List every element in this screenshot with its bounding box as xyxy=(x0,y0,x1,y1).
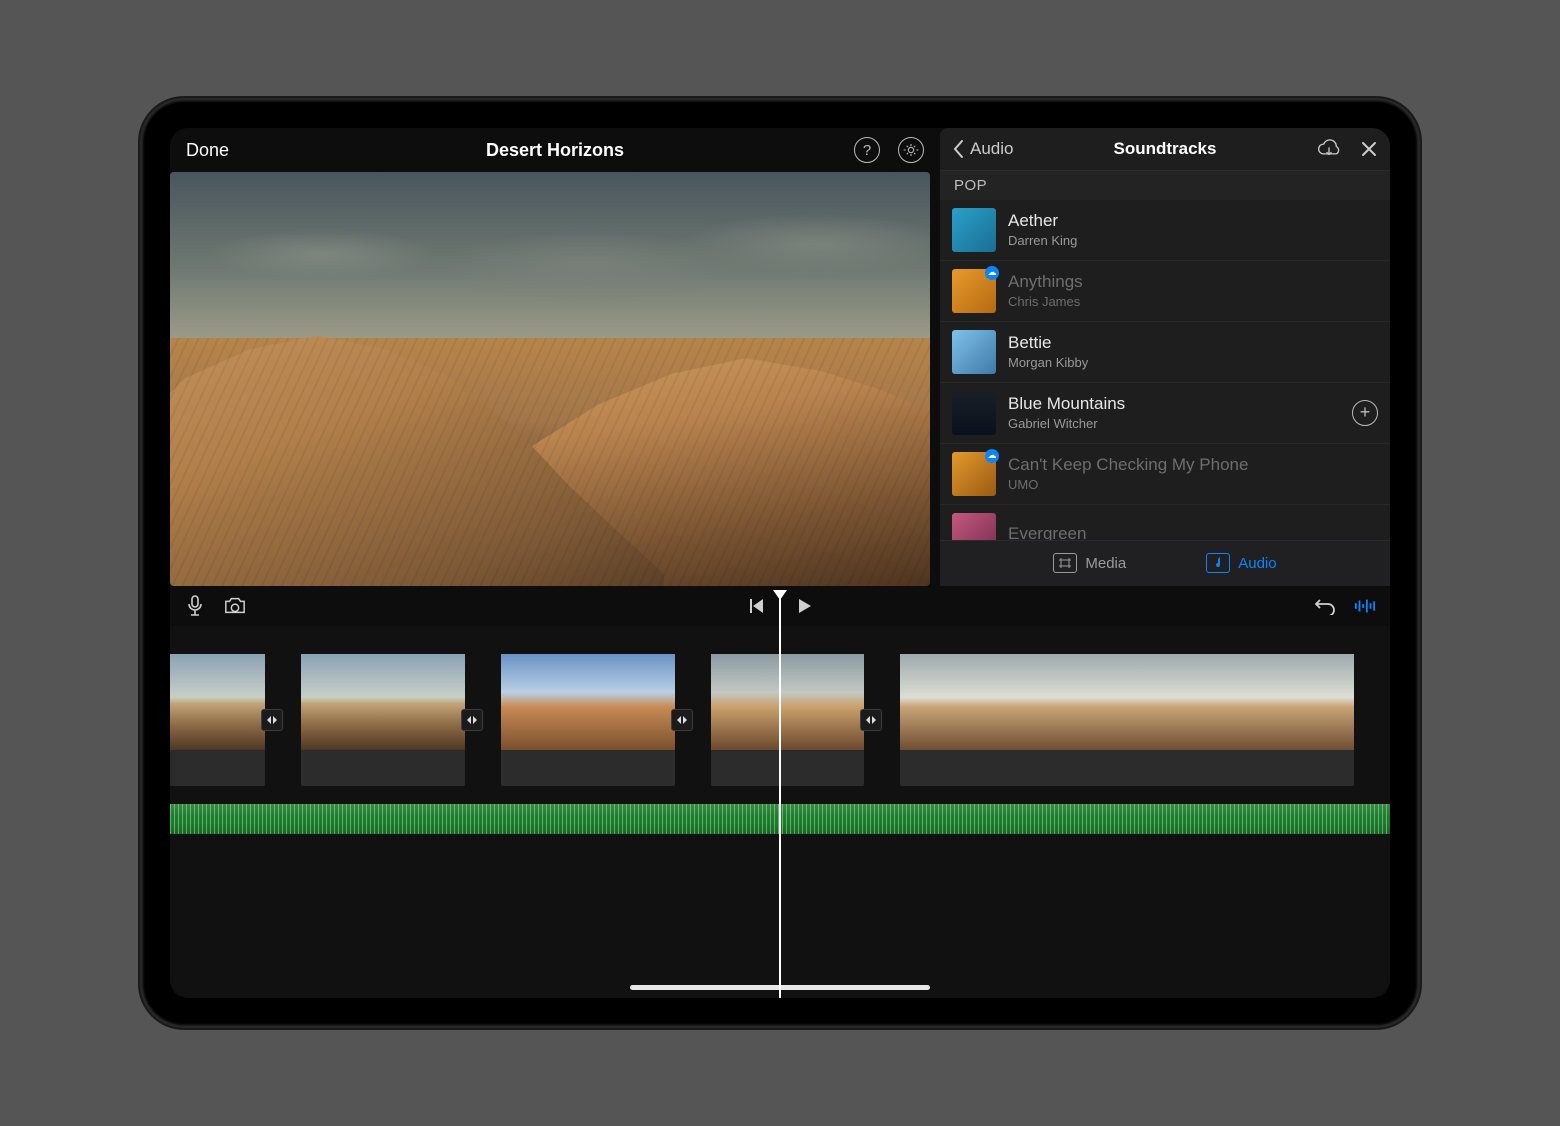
track-title: Anythings xyxy=(1008,272,1083,292)
project-title: Desert Horizons xyxy=(170,140,940,161)
soundtrack-row[interactable]: Aether Darren King xyxy=(940,200,1390,261)
audio-waveform-icon[interactable] xyxy=(1354,595,1376,617)
soundtrack-row[interactable]: Evergreen xyxy=(940,505,1390,540)
album-art-thumb: ☁ xyxy=(952,269,996,313)
filmstrip-icon xyxy=(1053,553,1077,573)
section-header-pop: POP xyxy=(940,171,1390,200)
transition-icon[interactable] xyxy=(671,709,693,731)
app-screen: Done Desert Horizons ? xyxy=(170,128,1390,998)
track-artist: Darren King xyxy=(1008,233,1077,248)
soundtrack-list[interactable]: Aether Darren King ☁ Anythings Chris James Be… xyxy=(940,200,1390,540)
track-artist: Chris James xyxy=(1008,294,1083,309)
ipad-frame: Done Desert Horizons ? xyxy=(140,98,1420,1028)
cloud-badge-icon: ☁ xyxy=(985,266,999,280)
cloud-download-icon[interactable] xyxy=(1316,138,1342,160)
transition-icon[interactable] xyxy=(461,709,483,731)
album-art-thumb xyxy=(952,330,996,374)
tab-media-label: Media xyxy=(1085,555,1126,572)
microphone-icon[interactable] xyxy=(184,595,206,617)
album-art-thumb xyxy=(952,513,996,540)
track-title: Blue Mountains xyxy=(1008,394,1125,414)
album-art-thumb: ☁ xyxy=(952,452,996,496)
skip-to-start-icon[interactable] xyxy=(745,595,767,617)
clip-thumbnail xyxy=(170,654,265,750)
clip-thumbnail xyxy=(900,654,1354,750)
music-note-icon xyxy=(1206,553,1230,573)
settings-gear-icon[interactable] xyxy=(898,137,924,163)
preview-viewer[interactable] xyxy=(170,172,930,586)
timeline[interactable] xyxy=(170,626,1390,998)
sidebar-header: Audio Soundtracks xyxy=(940,128,1390,171)
playhead[interactable] xyxy=(779,592,781,998)
soundtrack-row[interactable]: Blue Mountains Gabriel Witcher + xyxy=(940,383,1390,444)
video-clip[interactable] xyxy=(711,654,864,786)
transition-icon[interactable] xyxy=(860,709,882,731)
undo-icon[interactable] xyxy=(1314,595,1336,617)
video-clip[interactable] xyxy=(170,654,265,786)
track-title: Can't Keep Checking My Phone xyxy=(1008,455,1248,475)
soundtrack-row[interactable]: Bettie Morgan Kibby xyxy=(940,322,1390,383)
viewer-header: Done Desert Horizons ? xyxy=(170,128,940,172)
clip-thumbnail xyxy=(301,654,465,750)
browser-tab-bar: Media Audio xyxy=(940,540,1390,586)
clip-thumbnail xyxy=(501,654,675,750)
track-title: Aether xyxy=(1008,211,1077,231)
tab-audio-label: Audio xyxy=(1238,555,1276,572)
track-title: Bettie xyxy=(1008,333,1088,353)
viewer-column: Done Desert Horizons ? xyxy=(170,128,940,586)
help-icon[interactable]: ? xyxy=(854,137,880,163)
track-artist: Morgan Kibby xyxy=(1008,355,1088,370)
home-indicator[interactable] xyxy=(630,985,930,990)
transition-icon[interactable] xyxy=(261,709,283,731)
play-icon[interactable] xyxy=(793,595,815,617)
cloud-badge-icon: ☁ xyxy=(985,449,999,463)
video-clip[interactable] xyxy=(501,654,675,786)
audio-browser-panel: Audio Soundtracks POP Aether Darren King ☁… xyxy=(940,128,1390,586)
track-title: Evergreen xyxy=(1008,524,1086,540)
soundtrack-row[interactable]: ☁ Can't Keep Checking My Phone UMO xyxy=(940,444,1390,505)
video-clip[interactable] xyxy=(900,654,1354,786)
album-art-thumb xyxy=(952,208,996,252)
back-label: Audio xyxy=(970,139,1013,159)
soundtrack-row[interactable]: ☁ Anythings Chris James xyxy=(940,261,1390,322)
camera-icon[interactable] xyxy=(224,595,246,617)
add-track-button[interactable]: + xyxy=(1352,400,1378,426)
tab-media[interactable]: Media xyxy=(1053,553,1126,573)
close-icon[interactable] xyxy=(1360,140,1378,158)
video-clip[interactable] xyxy=(301,654,465,786)
tab-audio[interactable]: Audio xyxy=(1206,553,1276,573)
track-artist: UMO xyxy=(1008,477,1248,492)
back-button[interactable]: Audio xyxy=(952,139,1013,159)
track-artist: Gabriel Witcher xyxy=(1008,416,1125,431)
album-art-thumb xyxy=(952,391,996,435)
clip-thumbnail xyxy=(711,654,864,750)
